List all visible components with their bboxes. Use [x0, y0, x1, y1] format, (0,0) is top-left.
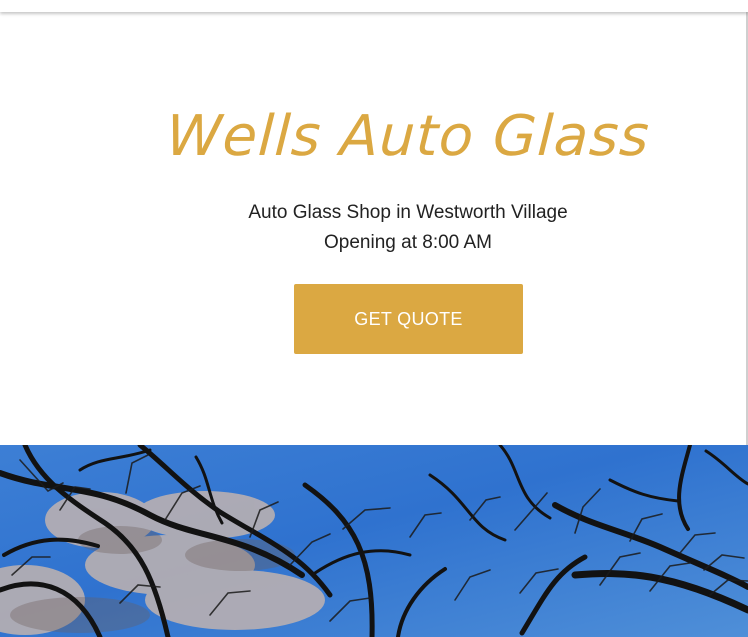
get-quote-button[interactable]: GET QUOTE [294, 284, 523, 354]
tree-branches-image [0, 445, 748, 637]
hero-section: Wells Auto Glass Auto Glass Shop in West… [0, 12, 748, 445]
tree-photo-banner [0, 445, 748, 637]
business-category-text: Auto Glass Shop in Westworth Village [248, 202, 568, 223]
business-name-heading: Wells Auto Glass [164, 104, 652, 169]
opening-hours-text: Opening at 8:00 AM [324, 232, 492, 253]
page: Wells Auto Glass Auto Glass Shop in West… [0, 0, 748, 637]
top-bar-shadow [0, 0, 748, 12]
